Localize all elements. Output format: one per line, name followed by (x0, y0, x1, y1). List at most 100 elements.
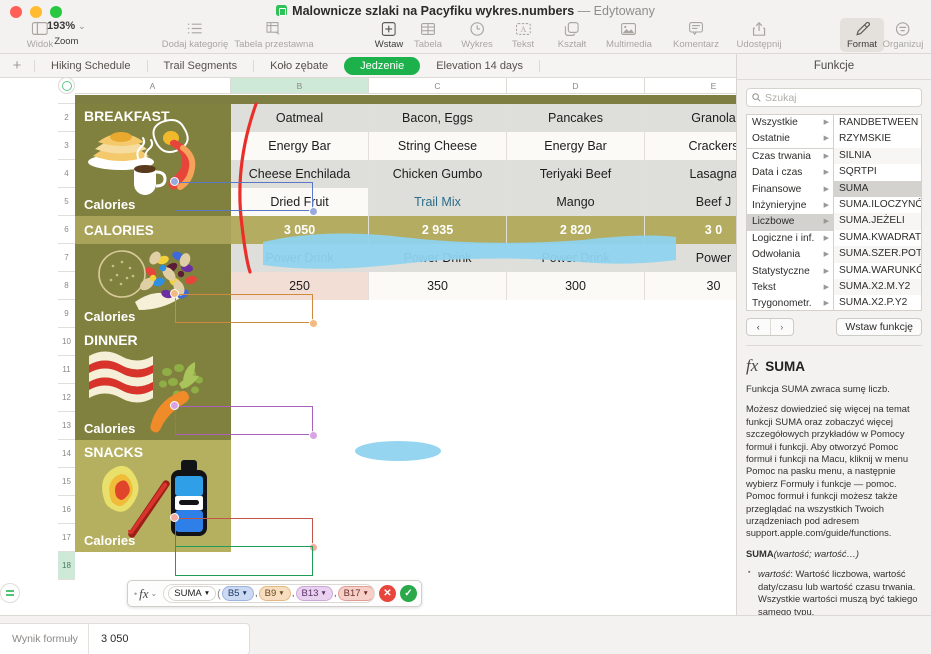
cell-e2[interactable]: Granola (645, 104, 736, 132)
sheet-tab-trail-segments[interactable]: Trail Segments (148, 57, 254, 75)
table-row[interactable]: 250 350 300 30 (231, 272, 736, 300)
row-header-13[interactable]: 13 (58, 412, 75, 440)
cell-c17[interactable]: 350 (369, 272, 507, 300)
zoom-value[interactable]: 193% ⌄ (47, 20, 86, 32)
shape-button[interactable]: Kształt (558, 20, 586, 50)
formula-token-function[interactable]: SUMA ▼ (168, 586, 217, 601)
function-name-list[interactable]: RANDBETWEEN RZYMSKIE SILNIA SQRTPI SUMA … (834, 115, 921, 310)
cell-b10[interactable]: Cheese Enchilada (231, 160, 369, 188)
column-header-b[interactable]: B (231, 78, 369, 94)
table-row[interactable]: BREAKFAST Calories Oatmeal Bacon, Eggs P… (75, 104, 736, 216)
cell-d16[interactable]: Power Drink (507, 244, 645, 272)
function-suma-x2-m-y2[interactable]: SUMA.X2.M.Y2 (834, 278, 921, 296)
cell-b18[interactable]: 3 050 (231, 216, 369, 244)
cell-b17[interactable]: 250 (231, 272, 369, 300)
table-grid[interactable]: BREAKFAST Calories Oatmeal Bacon, Eggs P… (75, 95, 736, 552)
pivot-table-button[interactable]: Tabela przestawna (234, 20, 314, 50)
function-suma-warunkow[interactable]: SUMA.WARUNKÓW (834, 263, 921, 279)
cell-d14[interactable]: Mango (507, 188, 645, 216)
category-liczbowe[interactable]: Liczbowe ▶ (747, 214, 833, 231)
function-search-box[interactable]: Szukaj (746, 88, 922, 107)
cell-c16[interactable]: Power Drink (369, 244, 507, 272)
cell-d18[interactable]: 2 820 (507, 216, 645, 244)
row-header-10[interactable]: 10 (58, 328, 75, 356)
table-row[interactable]: Dried Fruit Trail Mix Mango Beef J (231, 188, 736, 216)
row-header-18[interactable]: 18 (58, 552, 75, 580)
category-inzynieryjne[interactable]: Inżynieryjne ▶ (747, 198, 833, 214)
formula-accept-button[interactable]: ✓ (400, 585, 417, 602)
sheet-tab-hiking-schedule[interactable]: Hiking Schedule (35, 57, 147, 75)
function-suma-x2-p-y2[interactable]: SUMA.X2.P.Y2 (834, 295, 921, 310)
comment-button[interactable]: Komentarz (673, 20, 719, 50)
text-button[interactable]: A Tekst (512, 20, 534, 50)
category-trygonometr[interactable]: Trygonometr. ▶ (747, 296, 833, 310)
cell-e16[interactable]: Power (645, 244, 736, 272)
cell-b2[interactable]: Oatmeal (231, 104, 369, 132)
function-browser[interactable]: Wszystkie ▶ Ostatnie ▶ Czas trwania ▶ Data … (746, 114, 922, 311)
function-suma-iloczynow[interactable]: SUMA.ILOCZYNÓW (834, 197, 921, 213)
row-header-6[interactable]: 6 (58, 216, 75, 244)
sheet-tab-jedzenie[interactable]: Jedzenie (344, 56, 421, 75)
function-suma-kwadrat[interactable]: SUMA.KWADRAT… (834, 230, 921, 246)
sheet-tab-elevation-14-days[interactable]: Elevation 14 days (420, 57, 539, 75)
category-data-i-czas[interactable]: Data i czas ▶ (747, 165, 833, 181)
formula-token-b13[interactable]: B13 ▼ (295, 586, 333, 601)
media-button[interactable]: Multimedia (606, 20, 652, 50)
formula-token-b5[interactable]: B5 ▼ (221, 586, 254, 601)
category-ostatnie[interactable]: Ostatnie ▶ (747, 131, 833, 147)
column-header-a[interactable]: A (75, 78, 231, 94)
function-silnia[interactable]: SILNIA (834, 147, 921, 165)
row-header-2[interactable]: 2 (58, 104, 75, 132)
organize-button[interactable]: Organizuj (883, 20, 923, 50)
function-category-list[interactable]: Wszystkie ▶ Ostatnie ▶ Czas trwania ▶ Data … (747, 115, 834, 310)
row-header-15[interactable]: 15 (58, 468, 75, 496)
row-header-17[interactable]: 17 (58, 524, 75, 552)
formula-function-picker[interactable]: • fx ⌄ (132, 586, 159, 602)
add-sheet-button[interactable]: + (0, 57, 34, 74)
cell-e17[interactable]: 30 (645, 272, 736, 300)
function-nav-stepper[interactable]: ‹ › (746, 318, 794, 336)
row-header-7[interactable]: 7 (58, 244, 75, 272)
formula-token-b9[interactable]: B9 ▼ (258, 586, 291, 601)
category-finansowe[interactable]: Finansowe ▶ (747, 182, 833, 198)
function-rzymskie[interactable]: RZYMSKIE (834, 131, 921, 147)
category-logiczne-i-inf[interactable]: Logiczne i inf. ▶ (747, 231, 833, 247)
cell-b16[interactable]: Power Drink (231, 244, 369, 272)
zoom-control[interactable]: 193% ⌄ Zoom (47, 20, 86, 47)
column-header-c[interactable]: C (369, 78, 507, 94)
cell-d6[interactable]: Energy Bar (507, 132, 645, 160)
table-handle-icon[interactable] (58, 78, 75, 94)
row-header-5[interactable]: 5 (58, 188, 75, 216)
category-czas-trwania[interactable]: Czas trwania ▶ (747, 149, 833, 165)
row-header-14[interactable]: 14 (58, 440, 75, 468)
table-row-control-button[interactable] (0, 583, 20, 603)
cell-d17[interactable]: 300 (507, 272, 645, 300)
add-category-button[interactable]: Dodaj kategorię (162, 20, 228, 50)
category-tekst[interactable]: Tekst ▶ (747, 280, 833, 296)
cell-d2[interactable]: Pancakes (507, 104, 645, 132)
category-statystyczne[interactable]: Statystyczne ▶ (747, 264, 833, 280)
column-header-e[interactable]: E (645, 78, 736, 94)
category-wszystkie[interactable]: Wszystkie ▶ (747, 115, 833, 131)
insert-button[interactable]: Wstaw (375, 20, 403, 50)
function-sqrtpi[interactable]: SQRTPI (834, 164, 921, 180)
row-header-9[interactable]: 9 (58, 300, 75, 328)
cell-e6[interactable]: Crackers (645, 132, 736, 160)
cell-d10[interactable]: Teriyaki Beef (507, 160, 645, 188)
cell-c6[interactable]: String Cheese (369, 132, 507, 160)
cell-e18[interactable]: 3 0 (645, 216, 736, 244)
table-row[interactable]: Power Drink Power Drink Power Drink Powe… (231, 244, 736, 272)
row-header-11[interactable]: 11 (58, 356, 75, 384)
table-button[interactable]: Tabela (414, 20, 442, 50)
formula-token-field[interactable]: SUMA▼ ( B5▼ , B9▼ , B13▼ , B17▼ ) (163, 584, 375, 603)
cell-b14[interactable]: Dried Fruit (231, 188, 369, 216)
table-row[interactable]: Cheese Enchilada Chicken Gumbo Teriyaki … (231, 160, 736, 188)
cell-b6[interactable]: Energy Bar (231, 132, 369, 160)
table-row-total[interactable]: CALORIES 3 050 2 935 2 820 3 0 (75, 216, 736, 244)
table-row[interactable]: Oatmeal Bacon, Eggs Pancakes Granola (231, 104, 736, 132)
category-odwolania[interactable]: Odwołania ▶ (747, 247, 833, 263)
function-suma[interactable]: SUMA (834, 180, 921, 197)
next-function-button[interactable]: › (771, 319, 794, 335)
chart-button[interactable]: Wykres (461, 20, 493, 50)
row-header-12[interactable]: 12 (58, 384, 75, 412)
